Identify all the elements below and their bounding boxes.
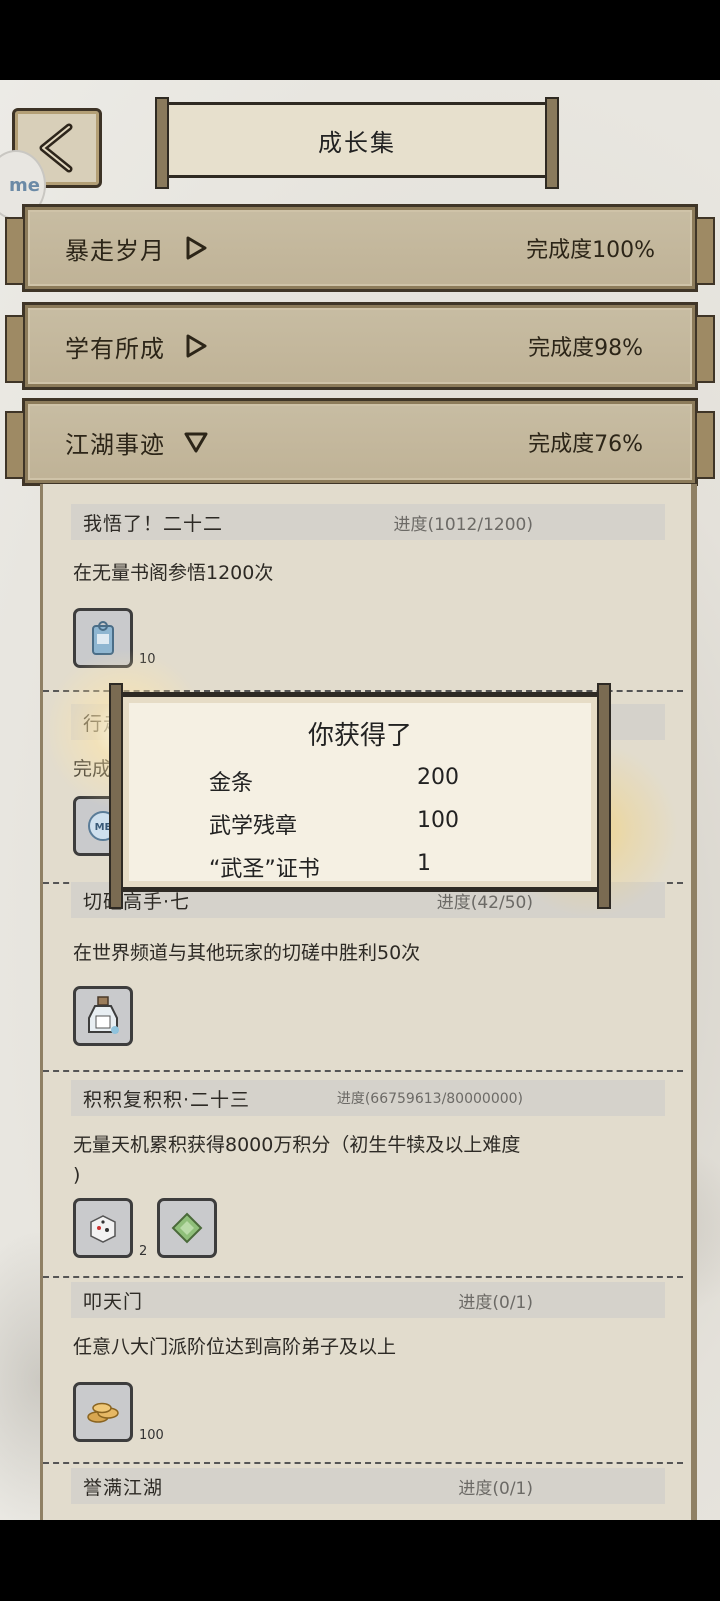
task-name: 叩天门 bbox=[83, 1290, 144, 1313]
task-progress: 进度(0/1) bbox=[458, 1478, 533, 1499]
triangle-right-icon bbox=[186, 236, 207, 260]
category-completion: 完成度100% bbox=[526, 238, 655, 263]
category-bar-xueyou[interactable]: 学有所成 完成度98% bbox=[5, 302, 715, 390]
title-banner: 成长集 bbox=[155, 97, 559, 189]
task-progress: 进度(0/1) bbox=[458, 1292, 533, 1313]
task-description-continued: ) bbox=[73, 1164, 81, 1186]
scroll-tag-icon bbox=[92, 621, 114, 655]
task-progress: 进度(66759613/80000000) bbox=[336, 1091, 523, 1107]
task-header: 叩天门 进度(0/1) bbox=[71, 1282, 665, 1318]
gold-coins-icon bbox=[87, 1402, 119, 1423]
item-count: 100 bbox=[139, 1428, 164, 1443]
reward-item-name: 金条 bbox=[209, 771, 254, 796]
task-name: 誉满江湖 bbox=[83, 1476, 164, 1499]
task-description: 任意八大门派阶位达到高阶弟子及以上 bbox=[73, 1336, 397, 1358]
reward-item-slot[interactable] bbox=[73, 1198, 133, 1258]
reward-item-qty: 200 bbox=[417, 765, 459, 790]
task-name: 我悟了！二十二 bbox=[83, 512, 224, 535]
task-list[interactable]: 我悟了！二十二 进度(1012/1200) 在无量书阁参悟1200次 10 行走… bbox=[40, 484, 697, 1520]
task-description: 无量天机累积获得8000万积分（初生牛犊及以上难度 bbox=[73, 1134, 521, 1156]
task-description: 在无量书阁参悟1200次 bbox=[73, 562, 274, 584]
task-header: 积积复积积·二十三 进度(66759613/80000000) bbox=[71, 1080, 665, 1116]
category-bar-baozou[interactable]: 暴走岁月 完成度100% bbox=[5, 204, 715, 292]
back-arrow-icon bbox=[39, 123, 73, 173]
reward-item-slot[interactable] bbox=[73, 986, 133, 1046]
triangle-right-icon bbox=[186, 334, 207, 358]
category-name: 暴走岁月 bbox=[65, 236, 165, 265]
me-chip-label: me bbox=[9, 174, 40, 196]
task-header: 誉满江湖 进度(0/1) bbox=[71, 1468, 665, 1504]
category-bar-jianghu[interactable]: 江湖事迹 完成度76% bbox=[5, 398, 715, 486]
category-name: 江湖事迹 bbox=[65, 430, 165, 459]
item-count: 2 bbox=[139, 1244, 148, 1259]
triangle-down-icon bbox=[184, 432, 208, 453]
reward-row: 金条 200 bbox=[209, 765, 509, 797]
page-title: 成长集 bbox=[318, 128, 396, 157]
category-name: 学有所成 bbox=[65, 334, 165, 363]
reward-item-name: “武圣”证书 bbox=[209, 857, 320, 882]
potion-bottle-icon bbox=[88, 996, 119, 1034]
item-count: 10 bbox=[139, 652, 156, 667]
reward-row: “武圣”证书 1 bbox=[209, 851, 509, 883]
category-completion: 完成度98% bbox=[528, 336, 643, 361]
task-name: 积积复积积·二十三 bbox=[83, 1088, 251, 1111]
reward-row: 武学残章 100 bbox=[209, 808, 509, 840]
reward-item-slot[interactable] bbox=[157, 1198, 217, 1258]
reward-item-slot[interactable] bbox=[73, 1382, 133, 1442]
reward-title: 你获得了 bbox=[307, 721, 412, 751]
reward-item-name: 武学残章 bbox=[209, 814, 298, 839]
jade-token-icon bbox=[171, 1212, 203, 1244]
screen: me 成长集 暴走岁月 完成度100% 学有所成 完成度98% 江湖事迹 完成度… bbox=[0, 80, 720, 1520]
category-completion: 完成度76% bbox=[528, 432, 643, 457]
reward-item-qty: 1 bbox=[417, 851, 431, 876]
dice-icon bbox=[90, 1215, 116, 1243]
reward-popup[interactable]: 你获得了 金条 200 武学残章 100 “武圣”证书 1 bbox=[109, 683, 611, 909]
task-header: 我悟了！二十二 进度(1012/1200) bbox=[71, 504, 665, 540]
task-description: 在世界频道与其他玩家的切磋中胜利50次 bbox=[73, 942, 421, 964]
reward-item-qty: 100 bbox=[417, 808, 459, 833]
reward-item-slot[interactable] bbox=[73, 608, 133, 668]
task-progress: 进度(1012/1200) bbox=[393, 514, 533, 535]
